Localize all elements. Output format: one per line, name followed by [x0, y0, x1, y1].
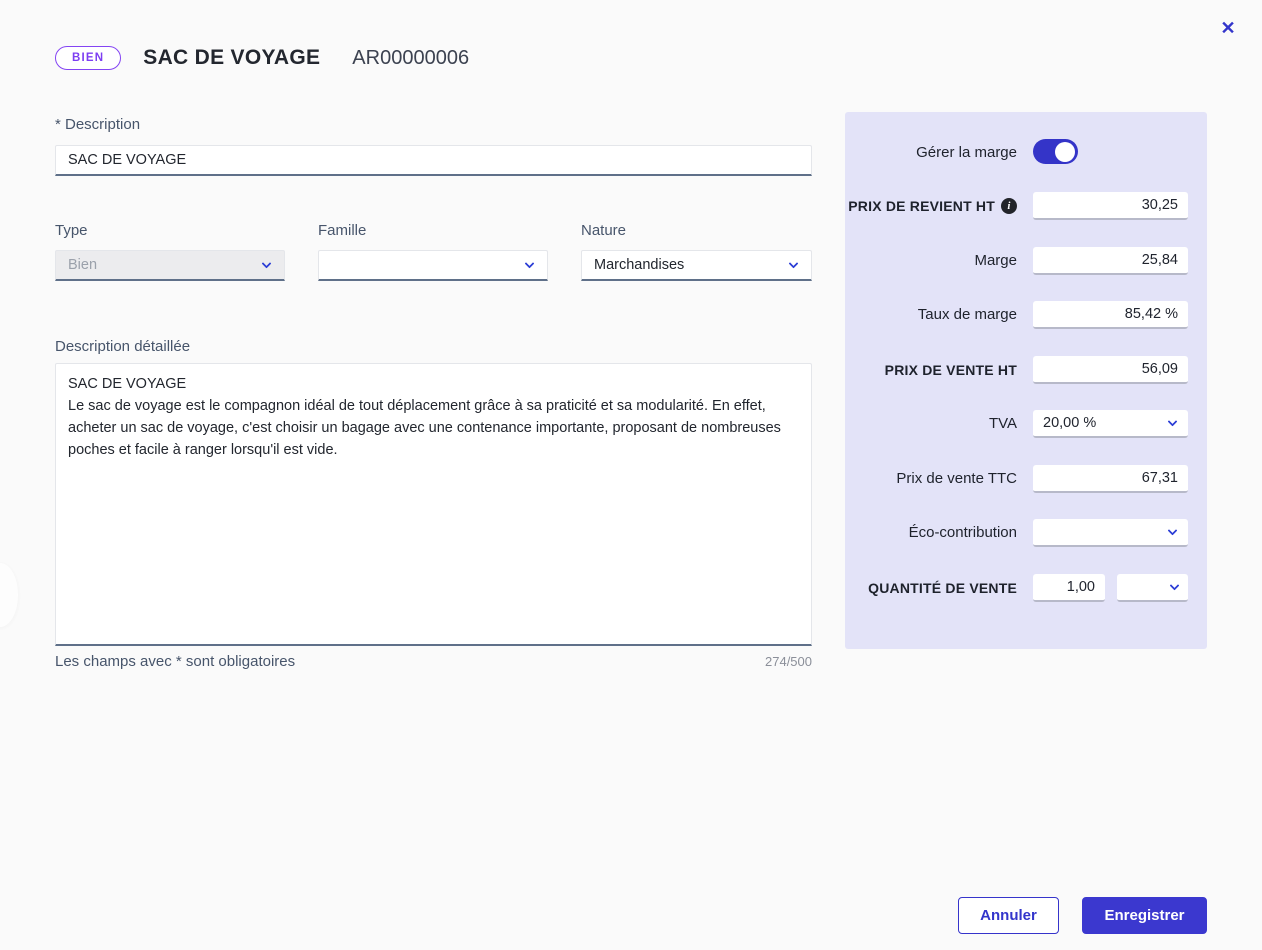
- type-badge: BIEN: [55, 46, 121, 70]
- article-edit-modal: ✕ BIEN SAC DE VOYAGE AR00000006 * Descri…: [0, 0, 1262, 950]
- manage-margin-toggle[interactable]: [1033, 139, 1078, 164]
- famille-select[interactable]: [318, 250, 548, 281]
- famille-label: Famille: [318, 222, 366, 239]
- margin-panel: Gérer la marge PRIX DE REVIENT HT i Marg…: [845, 112, 1207, 649]
- type-select: Bien: [55, 250, 285, 281]
- page-title: SAC DE VOYAGE: [143, 46, 320, 70]
- cost-price-input[interactable]: [1033, 192, 1188, 220]
- type-label: Type: [55, 222, 88, 239]
- chevron-down-icon: [789, 259, 799, 269]
- sale-price-ht-input[interactable]: [1033, 356, 1188, 384]
- save-button[interactable]: Enregistrer: [1082, 897, 1207, 934]
- cancel-button[interactable]: Annuler: [958, 897, 1059, 934]
- char-counter: 274/500: [712, 654, 812, 669]
- chevron-down-icon: [1168, 417, 1178, 427]
- modal-header: BIEN SAC DE VOYAGE AR00000006: [55, 46, 469, 70]
- detailed-description-label: Description détaillée: [55, 338, 190, 355]
- cost-price-label-text: PRIX DE REVIENT HT: [848, 192, 995, 220]
- eco-contribution-select[interactable]: [1033, 519, 1188, 547]
- description-label: * Description: [55, 116, 140, 133]
- nature-select[interactable]: Marchandises: [581, 250, 812, 281]
- sale-quantity-input[interactable]: [1033, 574, 1105, 602]
- eco-contribution-label: Éco-contribution: [845, 519, 1017, 547]
- info-icon[interactable]: i: [1001, 198, 1017, 214]
- margin-input[interactable]: [1033, 247, 1188, 275]
- vat-label: TVA: [845, 410, 1017, 438]
- chevron-down-icon: [525, 259, 535, 269]
- nature-select-value: Marchandises: [594, 257, 684, 273]
- close-icon[interactable]: ✕: [1216, 16, 1240, 40]
- chevron-down-icon: [1168, 526, 1178, 536]
- chevron-down-icon: [262, 259, 272, 269]
- nature-label: Nature: [581, 222, 626, 239]
- margin-rate-input[interactable]: [1033, 301, 1188, 329]
- article-code: AR00000006: [352, 47, 469, 70]
- vat-select[interactable]: 20,00 %: [1033, 410, 1188, 438]
- vat-select-value: 20,00 %: [1043, 415, 1096, 431]
- sale-price-ttc-label: Prix de vente TTC: [845, 465, 1017, 493]
- drawer-handle[interactable]: [0, 563, 18, 627]
- detailed-description-textarea[interactable]: SAC DE VOYAGE Le sac de voyage est le co…: [55, 363, 812, 646]
- chevron-down-icon: [1170, 581, 1180, 591]
- cost-price-label: PRIX DE REVIENT HT i: [845, 192, 1017, 220]
- sale-price-ttc-input[interactable]: [1033, 465, 1188, 493]
- margin-label: Marge: [845, 247, 1017, 275]
- sale-quantity-unit-select[interactable]: [1117, 574, 1188, 602]
- sale-price-ht-label: PRIX DE VENTE HT: [845, 356, 1017, 384]
- toggle-knob: [1055, 142, 1075, 162]
- required-fields-note: Les champs avec * sont obligatoires: [55, 653, 295, 670]
- type-select-value: Bien: [68, 257, 97, 273]
- sale-quantity-label: QUANTITÉ DE VENTE: [845, 574, 1017, 602]
- margin-rate-label: Taux de marge: [845, 301, 1017, 329]
- manage-margin-label: Gérer la marge: [845, 139, 1017, 167]
- description-input[interactable]: [55, 145, 812, 176]
